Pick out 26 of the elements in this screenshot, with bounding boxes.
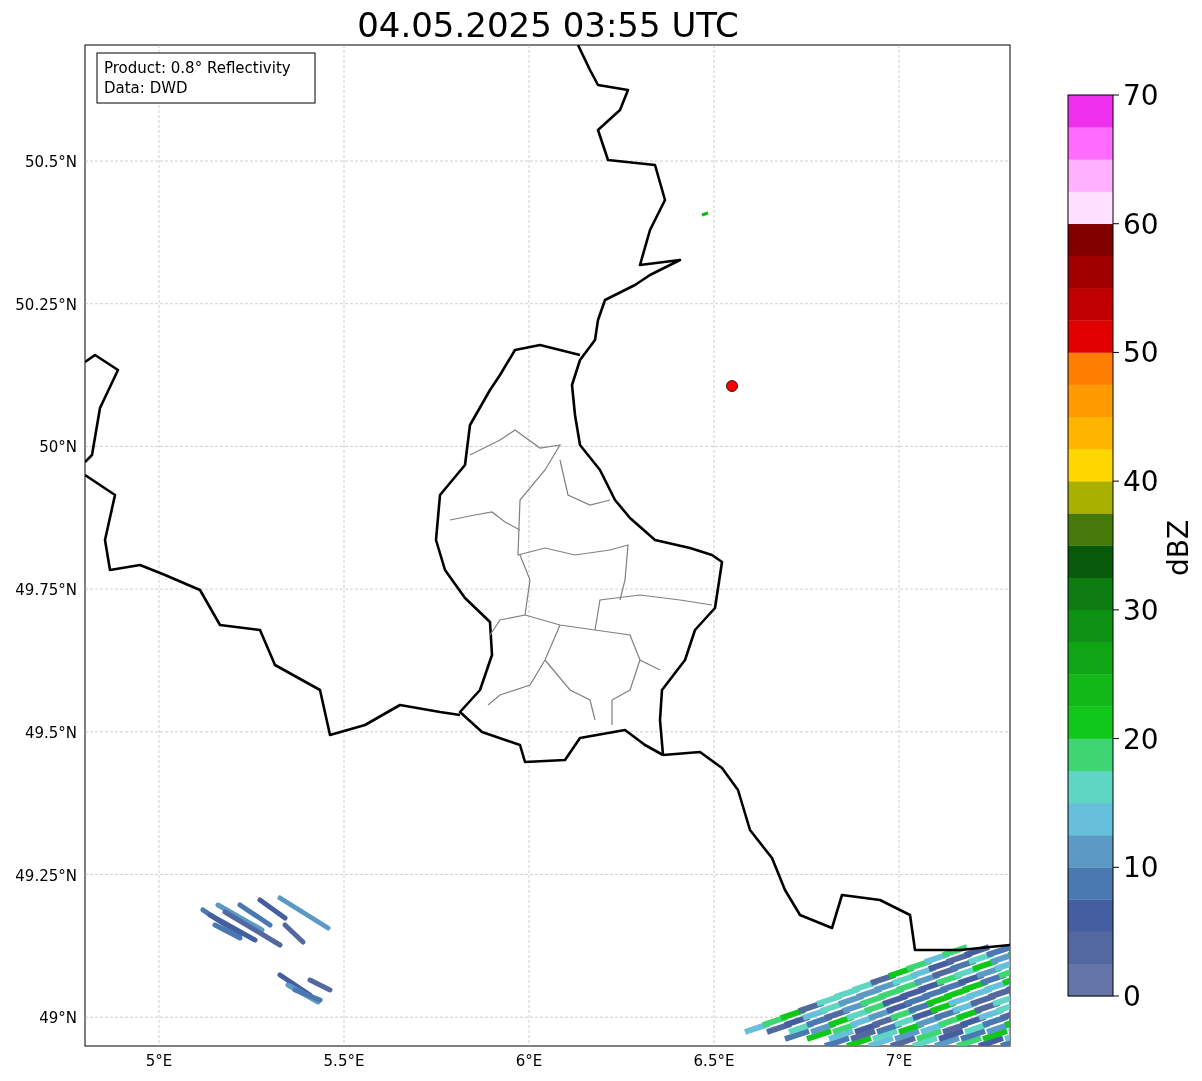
colorbar-tick-label: 20: [1123, 722, 1159, 756]
colorbar-label: dBZ: [1162, 519, 1195, 577]
info-text: Data: DWD: [104, 79, 188, 97]
latitude-label: 50.25°N: [15, 295, 77, 314]
info-text: Product: 0.8° Reflectivity: [104, 59, 291, 77]
colorbar-tick-label: 40: [1123, 465, 1159, 499]
longitude-label: 6.5°E: [693, 1052, 735, 1070]
longitude-label: 5.5°E: [323, 1052, 365, 1070]
longitude-label: 5°E: [145, 1052, 173, 1070]
colorbar-tick-label: 10: [1123, 851, 1159, 885]
radar-site-marker: [726, 380, 738, 392]
radar-echo-drawing: [701, 211, 709, 217]
latitude-label: 49.75°N: [15, 581, 77, 600]
colorbar-tick-label: 60: [1123, 207, 1159, 241]
latitude-label: 49.25°N: [15, 866, 77, 885]
colorbar-tick-label: 70: [1123, 79, 1159, 112]
colorbar-tick-label: 30: [1123, 593, 1159, 627]
colorbar-tick-label: 50: [1123, 336, 1159, 370]
latitude-label: 49°N: [39, 1009, 77, 1028]
latitude-label: 49.5°N: [24, 723, 77, 742]
latitude-label: 50°N: [39, 438, 77, 457]
chart-title: 04.05.2025 03:55 UTC: [357, 5, 739, 45]
latitude-label: 50.5°N: [24, 153, 77, 171]
longitude-label: 7°E: [885, 1052, 913, 1070]
colorbar-tick-label: 0: [1123, 980, 1141, 1013]
longitude-label: 6°E: [515, 1052, 543, 1070]
